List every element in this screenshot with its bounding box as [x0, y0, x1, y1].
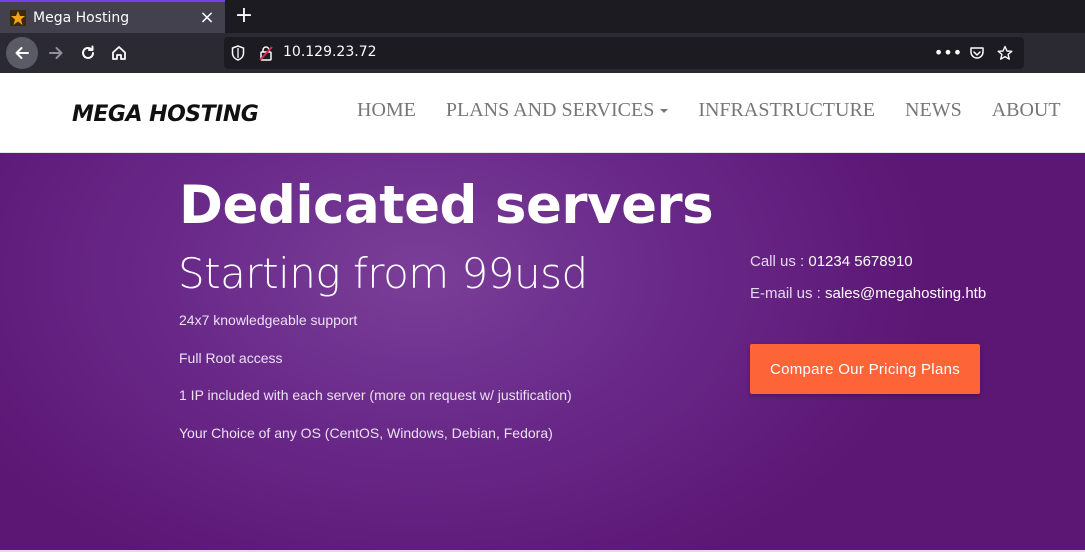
more-actions-icon[interactable]: •••: [934, 45, 962, 61]
feature-item: Your Choice of any OS (CentOS, Windows, …: [179, 425, 553, 441]
insecure-lock-icon[interactable]: [258, 45, 274, 61]
menu-item-news[interactable]: NEWS: [905, 99, 962, 122]
contact-phone: Call us : 01234 5678910: [750, 253, 913, 270]
menu-item-home[interactable]: HOME: [357, 99, 416, 122]
arrow-left-icon: [15, 47, 29, 59]
email-label: E-mail us :: [750, 285, 826, 302]
tab-bar: Mega Hosting × +: [0, 0, 1085, 33]
home-button[interactable]: [103, 37, 135, 69]
home-icon: [112, 46, 126, 60]
menu-item-about[interactable]: ABOUT: [992, 99, 1061, 122]
hero-subtitle: Starting from 99usd: [178, 249, 588, 298]
hero-title: Dedicated servers: [179, 175, 714, 236]
close-tab-icon[interactable]: ×: [197, 7, 217, 28]
site-logo[interactable]: MEGA HOSTING: [72, 102, 259, 127]
browser-toolbar: 10.129.23.72 •••: [0, 33, 1085, 73]
feature-item: 1 IP included with each server (more on …: [179, 387, 572, 403]
feature-item: Full Root access: [179, 350, 283, 366]
caret-down-icon: [660, 109, 669, 114]
email-address[interactable]: sales@megahosting.htb: [825, 285, 986, 302]
site-header: MEGA HOSTING HOME PLANS AND SERVICES INF…: [0, 73, 1085, 153]
menu-item-plans-and-services[interactable]: PLANS AND SERVICES: [445, 99, 669, 122]
url-text[interactable]: 10.129.23.72: [283, 44, 377, 60]
feature-item: 24x7 knowledgeable support: [179, 312, 358, 328]
menu-item-infrastructure[interactable]: INFRASTRUCTURE: [698, 99, 875, 122]
contact-email: E-mail us : sales@megahosting.htb: [750, 285, 986, 302]
site-menu: HOME PLANS AND SERVICES INFRASTRUCTURE N…: [357, 99, 1085, 122]
arrow-right-icon: [49, 47, 63, 59]
phone-number: 01234 5678910: [808, 253, 913, 270]
phone-label: Call us :: [750, 253, 809, 270]
star-favicon-icon: [10, 9, 26, 26]
new-tab-icon[interactable]: +: [232, 4, 256, 28]
back-button[interactable]: [6, 37, 38, 69]
reload-button[interactable]: [72, 37, 104, 69]
browser-tab[interactable]: Mega Hosting ×: [0, 0, 225, 33]
hero-section: Dedicated servers Starting from 99usd 24…: [0, 153, 1085, 552]
forward-button[interactable]: [40, 37, 72, 69]
menu-item-label: PLANS AND SERVICES: [445, 99, 655, 121]
web-page: MEGA HOSTING HOME PLANS AND SERVICES INF…: [0, 73, 1085, 552]
pocket-icon[interactable]: [969, 45, 985, 61]
shield-icon[interactable]: [230, 45, 246, 61]
tab-title: Mega Hosting: [33, 9, 130, 26]
bookmark-star-icon[interactable]: [997, 45, 1013, 61]
compare-pricing-plans-button[interactable]: Compare Our Pricing Plans: [750, 344, 980, 394]
url-bar[interactable]: 10.129.23.72 •••: [224, 37, 1024, 69]
reload-icon: [82, 45, 94, 59]
